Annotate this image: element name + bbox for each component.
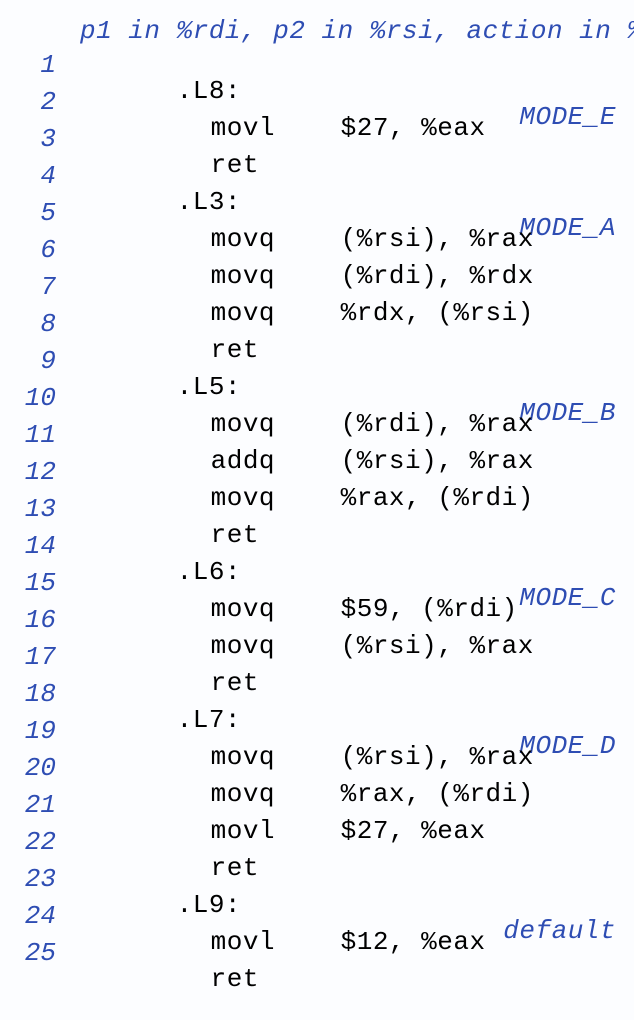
line-number: 9 xyxy=(8,348,80,374)
code-line: 8 ret xyxy=(8,311,616,348)
code-line: 12 movq%rax, (%rdi) xyxy=(8,459,616,496)
code-line: 7 movq%rdx, (%rsi) xyxy=(8,274,616,311)
code-line: 22 ret xyxy=(8,829,616,866)
code-line: 3 ret xyxy=(8,126,616,163)
line-number: 21 xyxy=(8,792,80,818)
code-line: 25 ret xyxy=(8,940,616,977)
line-number: 2 xyxy=(8,89,80,115)
code-line: 18 .L7: MODE_D xyxy=(8,681,616,718)
code-line: 19 movq(%rsi), %rax xyxy=(8,718,616,755)
code-line: 17 ret xyxy=(8,644,616,681)
line-number: 18 xyxy=(8,681,80,707)
code-line: 4 .L3: MODE_A xyxy=(8,163,616,200)
line-number: 25 xyxy=(8,940,80,966)
line-number: 13 xyxy=(8,496,80,522)
line-number: 12 xyxy=(8,459,80,485)
code-line: 16 movq(%rsi), %rax xyxy=(8,607,616,644)
code-line: 5 movq(%rsi), %rax xyxy=(8,200,616,237)
code-line: 14 .L6: MODE_C xyxy=(8,533,616,570)
line-number: 6 xyxy=(8,237,80,263)
code-line: 10 movq(%rdi), %rax xyxy=(8,385,616,422)
top-comment: p1 in %rdi, p2 in %rsi, action in %edx xyxy=(8,18,616,44)
code-line: 24 movl$12, %eax xyxy=(8,903,616,940)
code-line: 13 ret xyxy=(8,496,616,533)
line-number: 11 xyxy=(8,422,80,448)
line-number: 16 xyxy=(8,607,80,633)
line-number: 15 xyxy=(8,570,80,596)
assembly-listing: p1 in %rdi, p2 in %rsi, action in %edx 1… xyxy=(0,0,634,1018)
line-number: 17 xyxy=(8,644,80,670)
code-cell: ret xyxy=(80,940,616,1018)
line-number: 20 xyxy=(8,755,80,781)
code-line: 11 addq(%rsi), %rax xyxy=(8,422,616,459)
line-number: 7 xyxy=(8,274,80,300)
line-number: 24 xyxy=(8,903,80,929)
line-number: 19 xyxy=(8,718,80,744)
code-line: 21 movl$27, %eax xyxy=(8,792,616,829)
code-line: 15 movq$59, (%rdi) xyxy=(8,570,616,607)
line-number: 23 xyxy=(8,866,80,892)
line-number: 10 xyxy=(8,385,80,411)
line-number: 3 xyxy=(8,126,80,152)
line-number: 4 xyxy=(8,163,80,189)
line-number: 14 xyxy=(8,533,80,559)
line-number: 22 xyxy=(8,829,80,855)
code-line: 20 movq%rax, (%rdi) xyxy=(8,755,616,792)
line-number: 8 xyxy=(8,311,80,337)
code-line: 1 .L8: MODE_E xyxy=(8,52,616,89)
code-line: 6 movq(%rdi), %rdx xyxy=(8,237,616,274)
code-line: 9 .L5: MODE_B xyxy=(8,348,616,385)
line-number: 5 xyxy=(8,200,80,226)
code-line: 23 .L9: default xyxy=(8,866,616,903)
code-line: 2 movl$27, %eax xyxy=(8,89,616,126)
line-number: 1 xyxy=(8,52,80,78)
asm-mnemonic: ret xyxy=(211,966,341,992)
